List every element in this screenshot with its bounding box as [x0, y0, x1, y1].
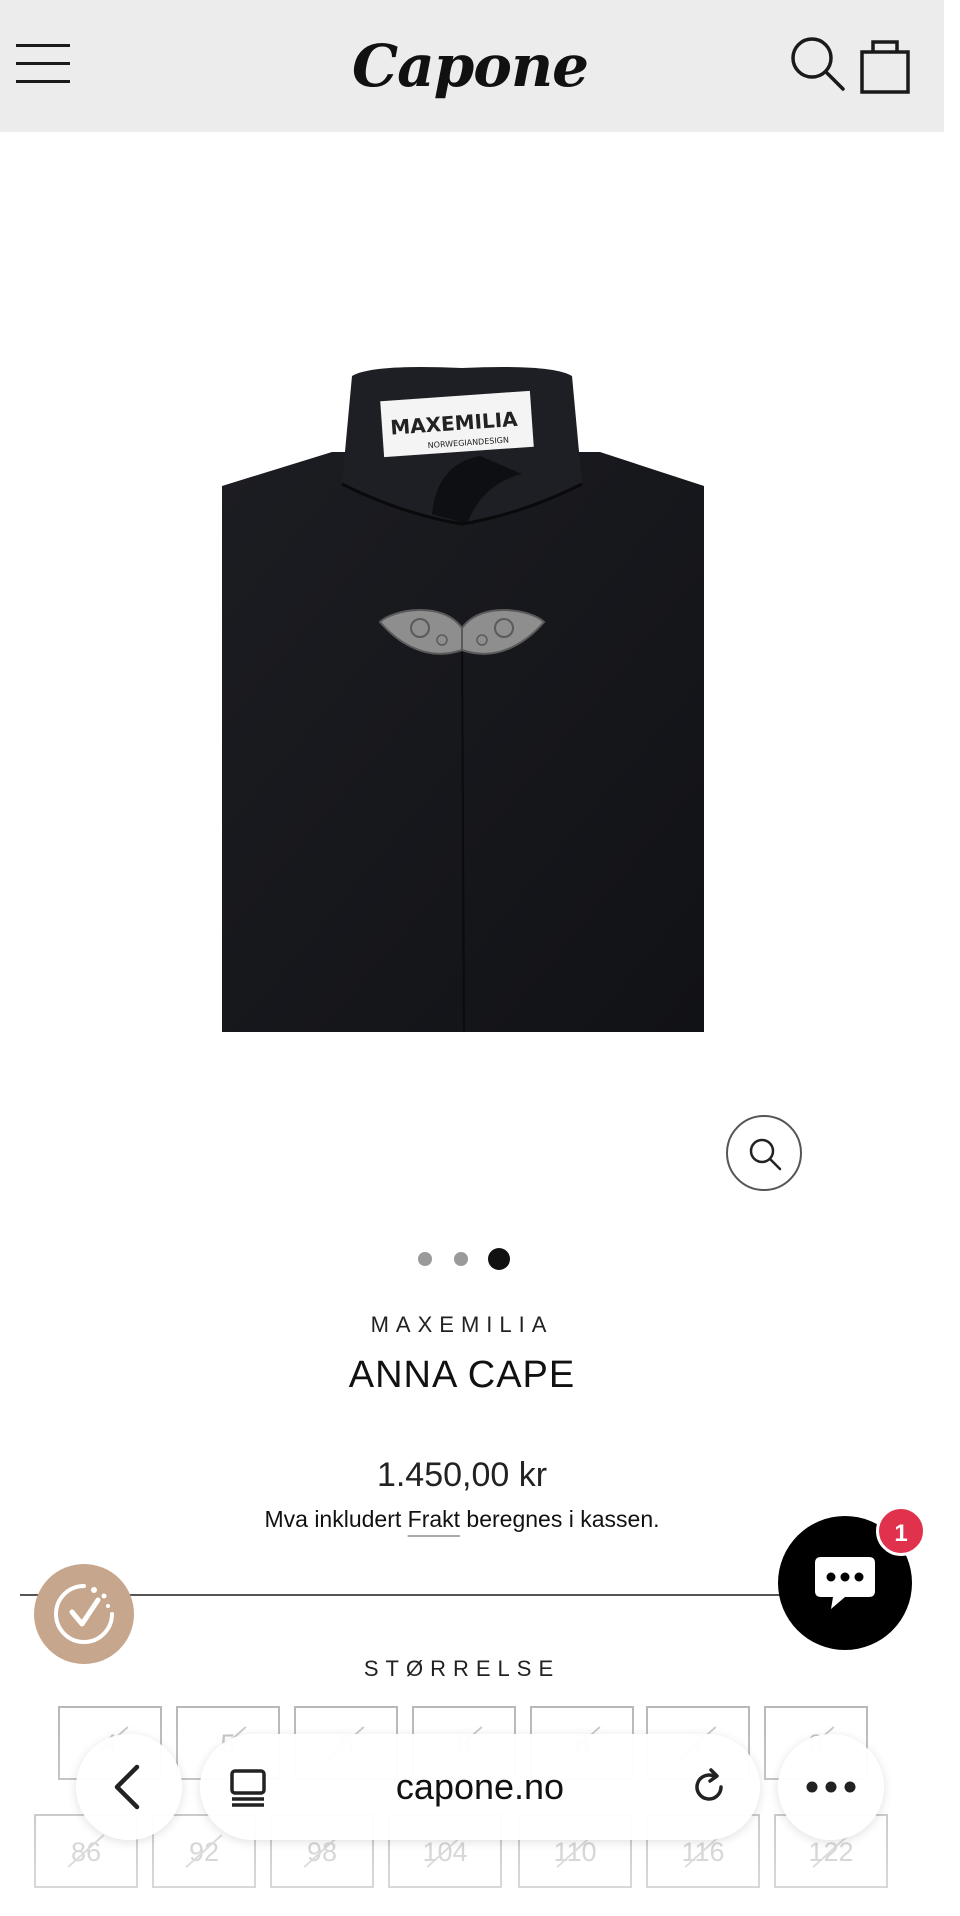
more-dots-icon[interactable] — [778, 1734, 884, 1840]
shipping-link[interactable]: Frakt — [408, 1506, 460, 1532]
chat-badge: 1 — [876, 1506, 926, 1556]
rewards-badge-icon[interactable] — [34, 1564, 134, 1664]
reload-icon[interactable] — [690, 1768, 728, 1806]
tabs-icon[interactable] — [230, 1769, 266, 1807]
carousel-dot-2[interactable] — [454, 1252, 468, 1266]
hamburger-menu-icon[interactable] — [16, 44, 70, 84]
tax-prefix: Mva inkludert — [264, 1506, 408, 1532]
site-logo[interactable]: Capone — [352, 24, 589, 108]
zoom-icon[interactable] — [726, 1115, 802, 1191]
size-label: STØRRELSE — [363, 1656, 561, 1681]
search-icon[interactable] — [790, 36, 846, 92]
shopping-bag-icon[interactable] — [858, 36, 914, 94]
product-image[interactable]: MAXEMILIA NORWEGIANDESIGN — [222, 364, 704, 1033]
tax-suffix: beregnes i kassen. — [460, 1506, 660, 1532]
address-bar[interactable]: capone.no — [200, 1734, 760, 1840]
product-price: 1.450,00 kr — [376, 1456, 548, 1494]
tax-shipping-note: Mva inkludert Frakt beregnes i kassen. — [0, 1506, 924, 1533]
logo-text: Capone — [352, 32, 589, 100]
url-text: capone.no — [395, 1766, 565, 1807]
site-header: Capone — [0, 0, 944, 132]
back-chevron-icon[interactable] — [76, 1734, 182, 1840]
carousel-dot-3-active[interactable] — [488, 1248, 510, 1270]
divider — [20, 1594, 780, 1596]
carousel-dot-1[interactable] — [418, 1252, 432, 1266]
carousel-dots — [412, 1248, 524, 1270]
product-title: ANNA CAPE — [348, 1354, 576, 1396]
product-vendor[interactable]: MAXEMILIA — [0, 1312, 924, 1338]
